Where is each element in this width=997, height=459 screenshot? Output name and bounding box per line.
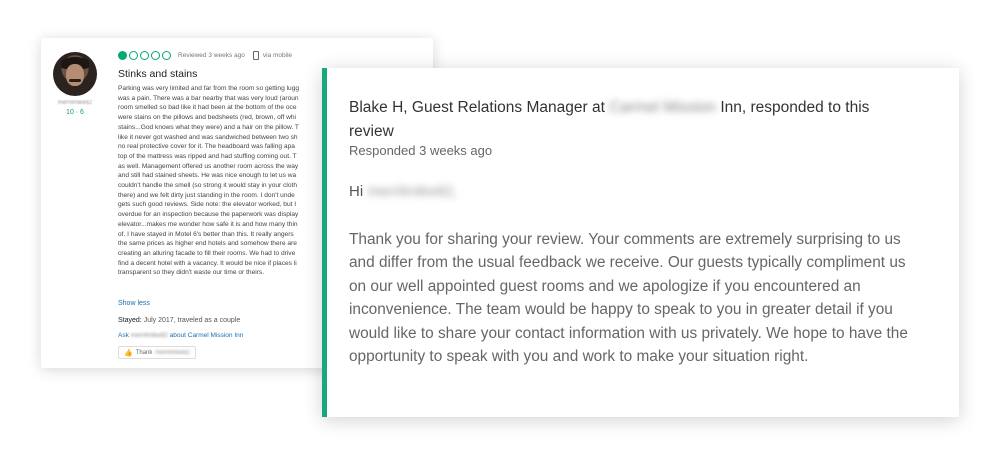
rating-row: Reviewed 3 weeks ago via mobile: [118, 51, 292, 60]
mobile-phone-icon: [252, 51, 259, 60]
thumbs-up-icon: 👍: [124, 349, 133, 357]
response-body: Thank you for sharing your review. Your …: [349, 231, 908, 366]
thank-name: merrilmike82: [155, 349, 190, 356]
ask-reviewer-link[interactable]: Ask merrilmike82 about Carmel Mission In…: [118, 332, 243, 339]
rating-bubble-icon: [151, 51, 160, 60]
stayed-value: July 2017, traveled as a couple: [143, 317, 241, 324]
stayed-label: Stayed:: [118, 317, 142, 324]
stayed-info: Stayed: July 2017, traveled as a couple: [118, 317, 240, 324]
rating-bubble-icon: [162, 51, 171, 60]
rating-bubble-icon: [140, 51, 149, 60]
responder-line: Blake H, Guest Relations Manager at Carm…: [349, 96, 909, 144]
responder-prefix: Blake H, Guest Relations Manager at: [349, 99, 605, 116]
avatar-face: [66, 64, 84, 86]
rating-bubble-icon: [129, 51, 138, 60]
ask-name: merrilmike82: [130, 332, 168, 339]
thank-button[interactable]: 👍 Thank merrilmike82: [118, 346, 196, 359]
review-date: Reviewed 3 weeks ago: [178, 52, 245, 59]
reviewer-stats: 10 · 6: [66, 109, 84, 116]
greeting-prefix: Hi: [349, 183, 364, 200]
responded-date: Responded 3 weeks ago: [349, 143, 493, 158]
management-response-card: Blake H, Guest Relations Manager at Carm…: [322, 68, 959, 417]
rating-bubble-icon: [118, 51, 127, 60]
ask-prefix: Ask: [118, 332, 129, 339]
reviewer-name[interactable]: merrilmike82: [49, 100, 101, 106]
review-title[interactable]: Stinks and stains: [118, 68, 197, 80]
via-mobile: via mobile: [262, 52, 293, 59]
reviewer-avatar[interactable]: [53, 52, 97, 96]
hotel-name: Carmel Mission: [609, 99, 717, 116]
greeting-name: merrilmike82,: [367, 183, 458, 200]
greeting: Hi merrilmike82,: [349, 183, 457, 200]
avatar-mustache: [69, 79, 81, 82]
thank-label: Thank: [135, 349, 153, 356]
ask-suffix: about Carmel Mission Inn: [169, 332, 244, 339]
show-less-link[interactable]: Show less: [118, 300, 150, 307]
